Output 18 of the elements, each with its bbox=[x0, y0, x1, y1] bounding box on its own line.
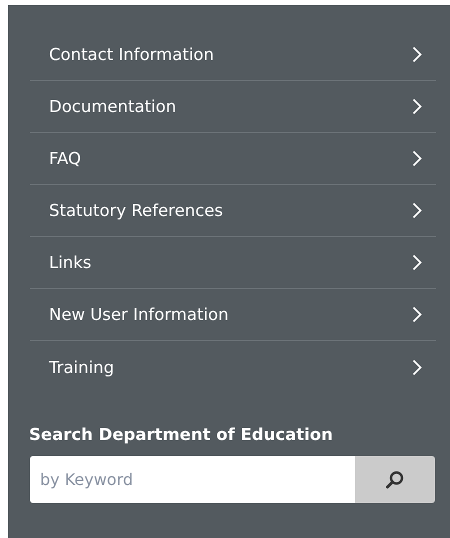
chevron-right-icon bbox=[412, 358, 422, 376]
search-heading: Search Department of Education bbox=[29, 425, 334, 444]
chevron-right-icon bbox=[412, 202, 422, 219]
chevron-right-icon bbox=[412, 46, 422, 63]
menu-link[interactable]: Statutory References bbox=[30, 185, 436, 237]
chevron-right-icon bbox=[412, 150, 422, 167]
menu-link[interactable]: FAQ bbox=[30, 133, 436, 185]
menu-link[interactable]: Contact Information bbox=[30, 29, 436, 81]
menu-link[interactable]: Training bbox=[30, 341, 436, 393]
menu-link[interactable]: Documentation bbox=[30, 81, 436, 133]
chevron-right-icon bbox=[412, 98, 422, 115]
menu-link[interactable]: New User Information bbox=[30, 289, 436, 341]
menu-link[interactable]: Links bbox=[30, 237, 436, 289]
search-icon bbox=[385, 470, 405, 490]
chevron-right-icon bbox=[412, 254, 422, 271]
search-button[interactable] bbox=[355, 456, 435, 503]
chevron-right-icon bbox=[412, 306, 422, 323]
search-field[interactable]: by Keyword bbox=[30, 456, 355, 503]
